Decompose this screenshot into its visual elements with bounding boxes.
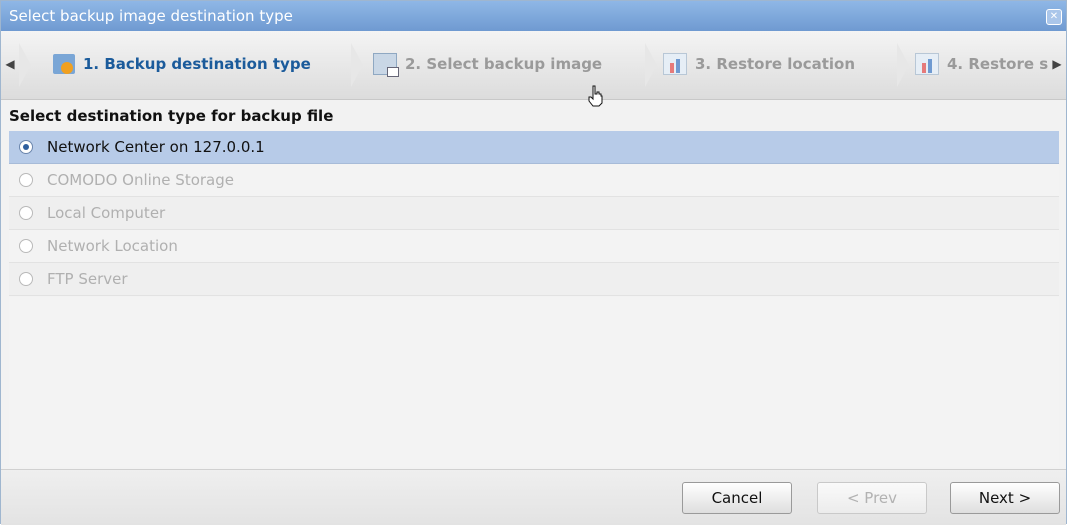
content-title: Select destination type for backup file (9, 107, 334, 125)
destination-options-list: Network Center on 127.0.0.1 COMODO Onlin… (9, 131, 1059, 296)
radio-button[interactable] (19, 140, 33, 154)
option-network-center[interactable]: Network Center on 127.0.0.1 (9, 131, 1059, 164)
next-button[interactable]: Next > (950, 482, 1060, 514)
step-label: 3. Restore location (695, 55, 856, 73)
step-separator (19, 43, 31, 87)
step-label: 4. Restore s (947, 55, 1049, 73)
content-empty-area (9, 297, 1059, 467)
chart-icon (663, 53, 687, 75)
dialog-window: Select backup image destination type ✕ ◀… (0, 0, 1067, 525)
chart-icon (915, 53, 939, 75)
prev-button: < Prev (817, 482, 927, 514)
wizard-steps-bar: ◀ 1. Backup destination type 2. Select b… (1, 31, 1066, 100)
scroll-right-icon[interactable]: ▶ (1052, 51, 1062, 77)
radio-button (19, 272, 33, 286)
option-local-computer: Local Computer (9, 197, 1059, 230)
radio-button (19, 239, 33, 253)
step-separator (351, 43, 363, 87)
wizard-steps: 1. Backup destination type 2. Select bac… (19, 31, 1049, 99)
step-separator (645, 43, 657, 87)
option-label: FTP Server (47, 270, 128, 288)
step-1-backup-destination-type[interactable]: 1. Backup destination type (53, 47, 311, 81)
hand-cursor-icon (588, 85, 603, 107)
restore-folder-icon (53, 54, 75, 74)
option-network-location: Network Location (9, 230, 1059, 263)
option-label: COMODO Online Storage (47, 171, 234, 189)
step-3-restore-location[interactable]: 3. Restore location (663, 47, 855, 81)
option-label: Network Location (47, 237, 178, 255)
step-separator (897, 43, 909, 87)
title-bar: Select backup image destination type ✕ (1, 1, 1066, 31)
option-label: Network Center on 127.0.0.1 (47, 138, 265, 156)
radio-button (19, 206, 33, 220)
step-2-select-backup-image[interactable]: 2. Select backup image (373, 47, 602, 81)
radio-button (19, 173, 33, 187)
close-icon[interactable]: ✕ (1046, 9, 1062, 25)
step-label: 2. Select backup image (405, 55, 603, 73)
option-comodo-online-storage: COMODO Online Storage (9, 164, 1059, 197)
dialog-footer: Cancel < Prev Next > (1, 469, 1066, 525)
cancel-button[interactable]: Cancel (682, 482, 792, 514)
option-ftp-server: FTP Server (9, 263, 1059, 296)
window-title: Select backup image destination type (9, 7, 293, 25)
backup-image-icon (373, 53, 399, 77)
scroll-left-icon[interactable]: ◀ (5, 51, 15, 77)
step-label: 1. Backup destination type (83, 55, 311, 73)
step-4-restore[interactable]: 4. Restore s (915, 47, 1048, 81)
option-label: Local Computer (47, 204, 166, 222)
